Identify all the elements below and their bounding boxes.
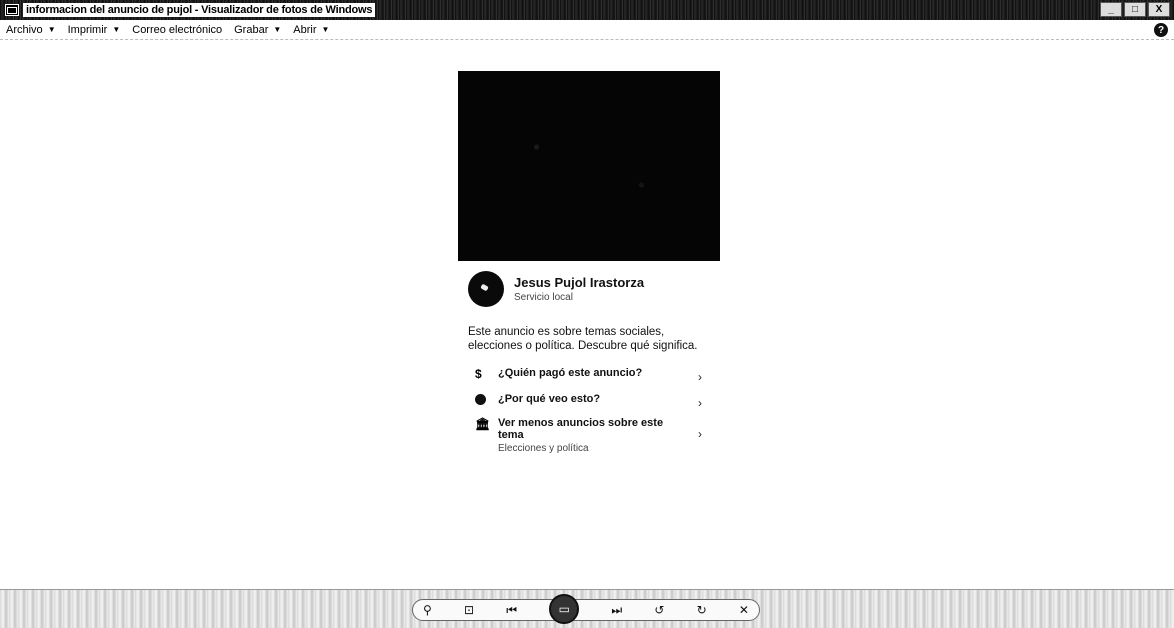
chevron-right-icon: › [698,427,702,441]
actual-size-icon[interactable]: ⊡ [464,603,474,617]
help-icon[interactable]: ? [1154,23,1168,37]
next-icon[interactable]: ⏭ [611,603,622,618]
menu-label: Imprimir [67,23,108,36]
window-controls: _ □ X [1100,2,1170,17]
app-icon [5,4,19,16]
rotate-right-icon[interactable]: ↻ [697,603,707,617]
ad-image [458,71,720,261]
chevron-right-icon: › [698,370,702,384]
ad-info-card: Jesus Pujol Irastorza Servicio local Est… [458,71,720,460]
close-button[interactable]: X [1148,2,1170,17]
title-bar: informacion del anuncio de pujol - Visua… [0,0,1174,20]
menu-archivo[interactable]: Archivo ▼ [6,24,56,36]
dollar-icon: $ [475,367,482,381]
option-label: ¿Por qué veo esto? [498,393,601,405]
chevron-down-icon: ▼ [321,25,330,34]
slideshow-button[interactable]: ▭ [549,594,580,624]
maximize-button[interactable]: □ [1124,2,1146,17]
photo-viewport: Jesus Pujol Irastorza Servicio local Est… [0,41,1174,561]
rotate-left-icon[interactable]: ↺ [654,603,664,617]
option-label: Ver menos anuncios sobre este tema [498,417,664,441]
previous-icon[interactable]: ⏮ [506,603,517,618]
menu-correo[interactable]: Correo electrónico [132,24,222,36]
option-label: ¿Quién pagó este anuncio? [498,367,643,379]
menu-grabar[interactable]: Grabar ▼ [234,24,281,36]
info-dot-icon [468,393,492,405]
menu-label: Archivo [6,23,43,36]
advertiser-header: Jesus Pujol Irastorza Servicio local [468,271,720,307]
chevron-down-icon: ▼ [112,25,121,34]
advertiser-category: Servicio local [514,292,573,303]
control-pill: ⚲ ⊡ ⏮ ▭ ⏭ ↺ ↻ ✕ [412,594,760,624]
delete-icon[interactable]: ✕ [739,603,749,617]
chevron-right-icon: › [698,396,702,410]
chevron-down-icon: ▼ [47,25,56,34]
menu-abrir[interactable]: Abrir ▼ [293,24,329,36]
option-sublabel: Elecciones y política [498,443,589,454]
advertiser-name: Jesus Pujol Irastorza [514,275,645,290]
ad-options-list: $ ¿Quién pagó este anuncio? › ¿Por qué v… [468,361,718,460]
chevron-down-icon: ▼ [273,25,282,34]
viewer-control-bar: ⚲ ⊡ ⏮ ▭ ⏭ ↺ ↻ ✕ [0,589,1174,628]
window-title: informacion del anuncio de pujol - Visua… [23,3,376,17]
option-see-less[interactable]: 🏛 Ver menos anuncios sobre este tema Ele… [468,411,718,460]
menu-imprimir[interactable]: Imprimir ▼ [68,24,121,36]
ad-notice-text: Este anuncio es sobre temas sociales, el… [468,326,698,352]
zoom-icon[interactable]: ⚲ [423,603,432,617]
menu-bar: Archivo ▼ Imprimir ▼ Correo electrónico … [0,20,1174,40]
menu-label: Grabar [234,23,269,36]
menu-label: Correo electrónico [132,23,223,36]
menu-label: Abrir [293,23,317,36]
minimize-button[interactable]: _ [1100,2,1122,17]
option-who-paid[interactable]: $ ¿Quién pagó este anuncio? › [468,361,718,387]
bank-icon: 🏛 [475,417,491,431]
avatar [468,271,504,307]
option-why-see[interactable]: ¿Por qué veo esto? › [468,387,718,411]
